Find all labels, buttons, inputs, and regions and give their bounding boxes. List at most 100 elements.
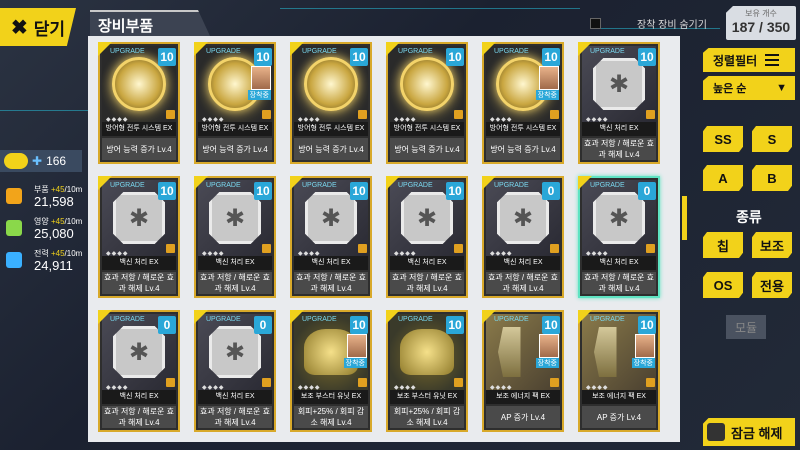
item-card[interactable]: UPGRADE 10 ◆◆◆◆ 방어형 전투 시스템 EX 방어 능력 증가 L… [386,42,468,164]
item-card[interactable]: UPGRADE 10 ◆◆◆◆ 방어형 전투 시스템 EX 방어 능력 증가 L… [98,42,180,164]
resource-rate: +45 [50,249,65,258]
item-desc: 방어 능력 증가 Lv.4 [486,138,560,160]
resource-per: /10m [64,217,83,226]
item-desc: 효과 저항 / 해로운 효과 해제 Lv.4 [198,406,272,428]
item-card[interactable]: ✱ UPGRADE 10 ◆◆◆◆ 백신 처리 EX 효과 저항 / 해로운 효… [578,42,660,164]
flask-icon: ✱ [593,58,645,110]
hide-equipped-checkbox[interactable] [590,18,601,29]
grade-filter-a[interactable]: A [703,165,743,191]
item-name: 방어형 전투 시스템 EX [390,122,464,136]
inventory-count: 보유 개수 187 / 350 [726,6,796,40]
flask-icon: ✱ [497,192,549,244]
grade-filter-ss[interactable]: SS [703,126,743,152]
item-card[interactable]: UPGRADE 10 장착중 ◆◆◆◆ 보조 에너지 팩 EX AP 증가 Lv… [578,310,660,432]
equipped-tag: 장착중 [535,358,559,368]
item-desc: 효과 저항 / 해로운 효과 해제 Lv.4 [102,272,176,294]
upgrade-level: 10 [350,182,368,200]
resource-rate: +45 [50,217,65,226]
item-card[interactable]: UPGRADE 10 ◆◆◆◆ 보조 부스터 유닛 EX 회피+25% / 회피… [386,310,468,432]
item-card[interactable]: UPGRADE 10 장착중 ◆◆◆◆ 보조 부스터 유닛 EX 회피+25% … [290,310,372,432]
lock-icon [262,110,271,119]
item-card[interactable]: ✱ UPGRADE 0 ◆◆◆◆ 백신 처리 EX 효과 저항 / 해로운 효과… [98,310,180,432]
decor-line [280,8,580,9]
grade-filter-b[interactable]: B [752,165,792,191]
panel-title: 장비부품 [90,10,210,36]
upgrade-level: 10 [446,182,464,200]
upgrade-level: 10 [254,48,272,66]
type-filter-os[interactable]: OS [703,272,743,298]
resource-name: 영양 [34,217,49,226]
item-name: 방어형 전투 시스템 EX [198,122,272,136]
upgrade-label: UPGRADE [398,316,433,323]
inventory-count-value: 187 / 350 [731,19,791,35]
type-filter-chip[interactable]: 칩 [703,232,743,258]
sort-filter-button[interactable]: 정렬필터 [703,48,795,72]
item-desc: 효과 저항 / 해로운 효과 해제 Lv.4 [294,272,368,294]
type-filter-module[interactable]: 모듈 [726,315,766,339]
upgrade-level: 10 [254,182,272,200]
lock-icon [262,378,271,387]
sort-order-dropdown[interactable]: 높은 순 ▼ [703,76,795,100]
type-filter-support[interactable]: 보조 [752,232,792,258]
item-card[interactable]: UPGRADE 10 장착중 ◆◆◆◆ 방어형 전투 시스템 EX 방어 능력 … [482,42,564,164]
upgrade-label: UPGRADE [302,48,337,55]
lock-icon [166,110,175,119]
upgrade-level: 10 [446,316,464,334]
item-card[interactable]: ✱ UPGRADE 10 ◆◆◆◆ 백신 처리 EX 효과 저항 / 해로운 효… [290,176,372,298]
item-grid: UPGRADE 10 ◆◆◆◆ 방어형 전투 시스템 EX 방어 능력 증가 L… [88,36,680,442]
upgrade-level: 10 [638,316,656,334]
hide-equipped-toggle[interactable]: 장착 장비 숨기기 [590,16,707,31]
upgrade-label: UPGRADE [494,316,529,323]
item-name: 보조 부스터 유닛 EX [390,390,464,404]
upgrade-label: UPGRADE [206,48,241,55]
equipped-character-avatar [347,334,367,358]
item-name: 백신 처리 EX [102,256,176,270]
item-card[interactable]: ✱ UPGRADE 0 ◆◆◆◆ 백신 처리 EX 효과 저항 / 해로운 효과… [482,176,564,298]
equipped-character-avatar [635,334,655,358]
item-desc: AP 증가 Lv.4 [486,406,560,428]
item-name: 백신 처리 EX [486,256,560,270]
item-card[interactable]: UPGRADE 10 장착중 ◆◆◆◆ 방어형 전투 시스템 EX 방어 능력 … [194,42,276,164]
upgrade-label: UPGRADE [590,48,625,55]
upgrade-level: 10 [542,48,560,66]
upgrade-label: UPGRADE [398,182,433,189]
player-level-value: 166 [46,154,67,168]
lock-icon [646,378,655,387]
resource-stat: 영양 +45/10m 25,080 [4,214,88,248]
grade-filter-s[interactable]: S [752,126,792,152]
lock-icon [358,378,367,387]
upgrade-label: UPGRADE [206,182,241,189]
upgrade-label: UPGRADE [590,316,625,323]
upgrade-level: 10 [158,48,176,66]
upgrade-label: UPGRADE [110,182,145,189]
menu-icon [765,54,780,66]
unlock-button[interactable]: 잠금 해제 [703,418,795,446]
item-card[interactable]: UPGRADE 10 장착중 ◆◆◆◆ 보조 에너지 팩 EX AP 증가 Lv… [482,310,564,432]
type-filter-exclusive[interactable]: 전용 [752,272,792,298]
flask-icon: ✱ [113,192,165,244]
item-card[interactable]: ✱ UPGRADE 10 ◆◆◆◆ 백신 처리 EX 효과 저항 / 해로운 효… [386,176,468,298]
resource-icon [6,188,22,204]
unlock-label: 잠금 해제 [731,425,783,441]
item-card[interactable]: ✱ UPGRADE 10 ◆◆◆◆ 백신 처리 EX 효과 저항 / 해로운 효… [194,176,276,298]
item-card[interactable]: UPGRADE 10 ◆◆◆◆ 방어형 전투 시스템 EX 방어 능력 증가 L… [290,42,372,164]
resource-rate: +45 [50,185,65,194]
item-name: 백신 처리 EX [198,390,272,404]
lock-icon [550,244,559,253]
upgrade-label: UPGRADE [302,182,337,189]
upgrade-label: UPGRADE [302,316,337,323]
grid-scrollbar[interactable] [682,196,687,240]
upgrade-level: 10 [158,182,176,200]
equipped-character-avatar [251,66,271,90]
item-card[interactable]: ✱ UPGRADE 10 ◆◆◆◆ 백신 처리 EX 효과 저항 / 해로운 효… [98,176,180,298]
player-level: ✚ 166 [0,150,82,172]
lock-icon [454,244,463,253]
close-button[interactable]: ✖ 닫기 [0,8,76,46]
item-desc: 회피+25% / 회피 감소 해제 Lv.4 [390,406,464,428]
close-label: 닫기 [33,19,66,39]
flask-icon: ✱ [113,326,165,378]
item-card[interactable]: ✱ UPGRADE 0 ◆◆◆◆ 백신 처리 EX 효과 저항 / 해로운 효과… [578,176,660,298]
upgrade-label: UPGRADE [398,48,433,55]
item-card[interactable]: ✱ UPGRADE 0 ◆◆◆◆ 백신 처리 EX 효과 저항 / 해로운 효과… [194,310,276,432]
flask-icon: ✱ [593,192,645,244]
